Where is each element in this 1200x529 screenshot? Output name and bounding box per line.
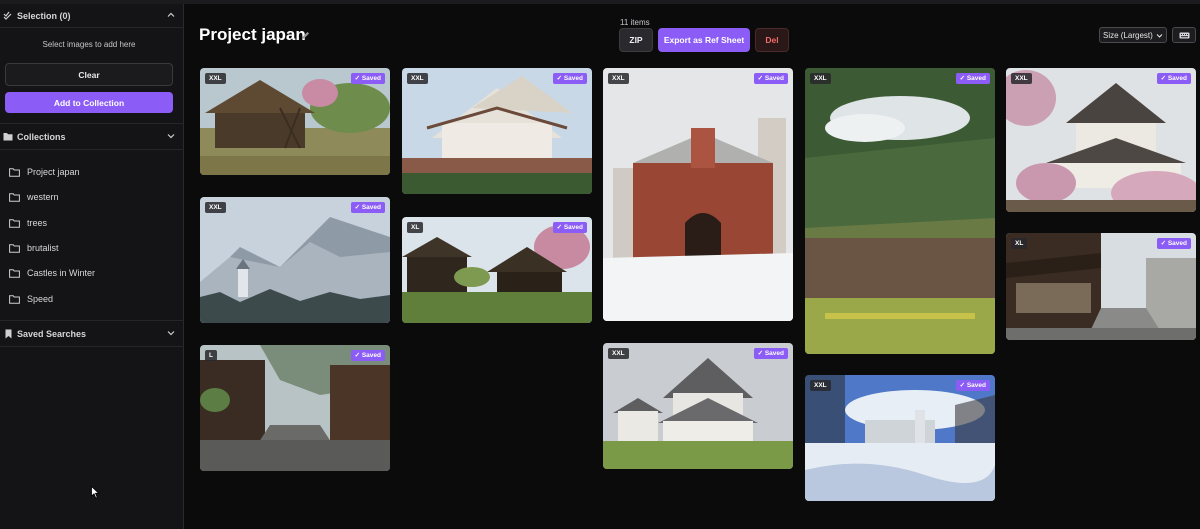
- divider: [0, 123, 184, 124]
- size-badge: XL: [407, 222, 424, 233]
- photo: [603, 343, 793, 469]
- delete-button[interactable]: Del: [755, 28, 789, 52]
- photo: [200, 345, 390, 471]
- divider: [0, 346, 184, 347]
- saved-badge[interactable]: ✓ Saved: [350, 73, 385, 84]
- chevron-down-icon: [1156, 34, 1163, 38]
- saved-searches-label: Saved Searches: [17, 329, 87, 339]
- saved-badge[interactable]: ✓ Saved: [955, 73, 990, 84]
- size-badge: XXL: [608, 73, 629, 84]
- image-card[interactable]: XXL ✓ Saved: [402, 68, 592, 194]
- export-ref-sheet-button[interactable]: Export as Ref Sheet: [658, 28, 750, 52]
- selection-label: Selection (0): [17, 11, 71, 21]
- saved-badge[interactable]: ✓ Saved: [955, 380, 990, 391]
- chevron-up-icon[interactable]: [166, 10, 176, 20]
- collection-name: Castles in Winter: [27, 268, 96, 278]
- photo: [200, 197, 390, 323]
- image-card[interactable]: XXL ✓ Saved: [805, 68, 995, 354]
- collection-item[interactable]: Castles in Winter: [0, 262, 183, 284]
- photo: [1006, 233, 1196, 340]
- saved-badge[interactable]: ✓ Saved: [753, 73, 788, 84]
- image-card[interactable]: XL ✓ Saved: [402, 217, 592, 323]
- collection-item[interactable]: trees: [0, 212, 183, 234]
- photo: [603, 68, 793, 321]
- saved-badge[interactable]: ✓ Saved: [1156, 73, 1191, 84]
- check-double-icon: [3, 11, 13, 21]
- folder-icon: [9, 218, 20, 228]
- size-badge: XXL: [407, 73, 428, 84]
- keyboard-icon: [1179, 32, 1189, 38]
- edit-icon[interactable]: [301, 31, 310, 40]
- size-badge: XXL: [1011, 73, 1032, 84]
- image-card[interactable]: XXL ✓ Saved: [805, 375, 995, 501]
- image-card[interactable]: XXL ✓ Saved: [603, 68, 793, 321]
- collection-name: western: [27, 192, 59, 202]
- divider: [0, 27, 184, 28]
- divider: [0, 149, 184, 150]
- saved-badge[interactable]: ✓ Saved: [753, 348, 788, 359]
- saved-searches-header[interactable]: Saved Searches: [0, 322, 184, 346]
- saved-badge[interactable]: ✓ Saved: [350, 202, 385, 213]
- image-card[interactable]: XL ✓ Saved: [1006, 233, 1196, 340]
- sidebar: Selection (0) Select images to add here …: [0, 4, 184, 529]
- size-badge: XXL: [810, 380, 831, 391]
- collections-label: Collections: [17, 132, 66, 142]
- collection-item[interactable]: Speed: [0, 288, 183, 310]
- photo: [1006, 68, 1196, 212]
- collection-name: trees: [27, 218, 48, 228]
- image-card[interactable]: XXL ✓ Saved: [1006, 68, 1196, 212]
- size-badge: XXL: [608, 348, 629, 359]
- mouse-cursor-icon: [91, 486, 100, 499]
- folder-icon: [3, 132, 13, 142]
- sort-select[interactable]: Size (Largest): [1099, 27, 1167, 43]
- photo: [402, 68, 592, 194]
- size-badge: L: [205, 350, 217, 361]
- collections-header[interactable]: Collections: [0, 125, 184, 149]
- chevron-down-icon[interactable]: [166, 328, 176, 338]
- item-count: 11 items: [620, 18, 650, 27]
- page-title: Project japan: [199, 25, 306, 44]
- sort-select-value: Size (Largest): [1103, 30, 1153, 40]
- image-card[interactable]: L ✓ Saved: [200, 345, 390, 471]
- photo: [805, 375, 995, 501]
- size-badge: XXL: [205, 73, 226, 84]
- selection-header[interactable]: Selection (0): [0, 4, 184, 28]
- photo: [200, 68, 390, 175]
- collection-item[interactable]: Project japan: [0, 161, 183, 183]
- folder-icon: [9, 294, 20, 304]
- image-card[interactable]: XXL ✓ Saved: [603, 343, 793, 469]
- collection-item[interactable]: western: [0, 186, 183, 208]
- collection-name: Speed: [27, 294, 54, 304]
- folder-icon: [9, 268, 20, 278]
- size-badge: XXL: [810, 73, 831, 84]
- saved-badge[interactable]: ✓ Saved: [350, 350, 385, 361]
- photo: [805, 68, 995, 354]
- size-badge: XXL: [205, 202, 226, 213]
- saved-badge[interactable]: ✓ Saved: [552, 73, 587, 84]
- collection-name: brutalist: [27, 243, 59, 253]
- image-card[interactable]: XXL ✓ Saved: [200, 197, 390, 323]
- bookmark-icon: [3, 329, 13, 339]
- saved-badge[interactable]: ✓ Saved: [552, 222, 587, 233]
- zip-button[interactable]: ZIP: [619, 28, 653, 52]
- selection-hint: Select images to add here: [42, 40, 136, 49]
- keyboard-shortcuts-button[interactable]: [1172, 27, 1196, 43]
- size-badge: XL: [1011, 238, 1028, 249]
- collection-name: Project japan: [27, 167, 80, 177]
- image-card[interactable]: XXL ✓ Saved: [200, 68, 390, 175]
- clear-button[interactable]: Clear: [5, 63, 173, 86]
- folder-icon: [9, 192, 20, 202]
- collection-item[interactable]: brutalist: [0, 237, 183, 259]
- folder-icon: [9, 167, 20, 177]
- saved-badge[interactable]: ✓ Saved: [1156, 238, 1191, 249]
- divider: [0, 320, 184, 321]
- folder-icon: [9, 243, 20, 253]
- chevron-down-icon[interactable]: [166, 131, 176, 141]
- add-to-collection-button[interactable]: Add to Collection: [5, 92, 173, 113]
